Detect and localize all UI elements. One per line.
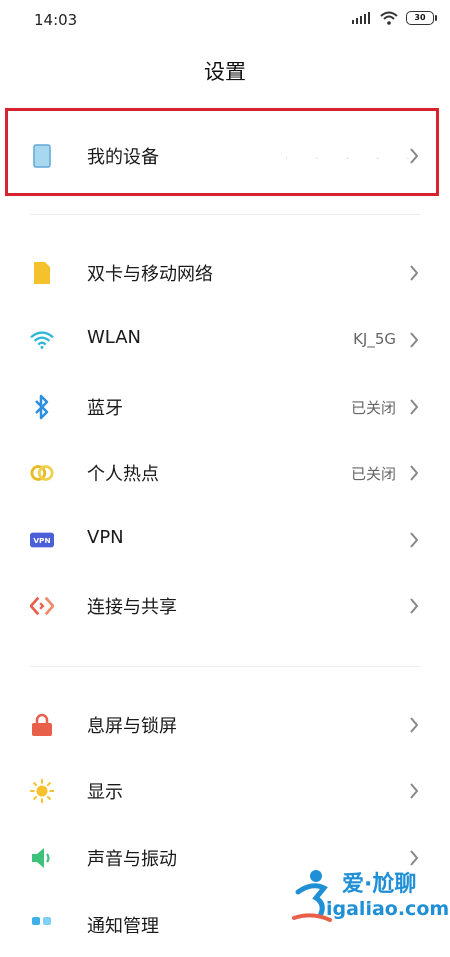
settings-item-value: KJ_5G xyxy=(353,330,396,348)
sim-card-icon xyxy=(30,261,54,285)
bluetooth-icon xyxy=(30,394,54,420)
chevron-right-icon xyxy=(410,265,419,281)
settings-item-label: WLAN xyxy=(87,327,142,348)
settings-item-label: 我的设备 xyxy=(87,147,159,168)
device-icon xyxy=(30,144,54,168)
chevron-right-icon xyxy=(410,465,419,481)
battery-level: 30 xyxy=(414,13,426,22)
settings-item-label: 声音与振动 xyxy=(87,849,177,870)
page-title: 设置 xyxy=(204,60,246,84)
watermark-text-en: igaliao.com xyxy=(326,898,450,920)
section-divider xyxy=(30,214,420,215)
settings-item-lock-screen[interactable]: 息屏与锁屏 xyxy=(0,693,450,757)
wifi-icon xyxy=(30,328,54,352)
battery-icon: 30 xyxy=(406,11,437,25)
notification-icon xyxy=(30,913,54,937)
lock-icon xyxy=(30,713,54,737)
settings-item-sim-mobile-network[interactable]: 双卡与移动网络 xyxy=(0,241,450,305)
status-time: 14:03 xyxy=(34,11,78,29)
watermark-logo: 爱·尬聊 igaliao.com xyxy=(286,866,450,930)
settings-item-label: 蓝牙 xyxy=(87,398,123,419)
settings-item-display[interactable]: 显示 xyxy=(0,759,450,823)
settings-item-hotspot[interactable]: 个人热点 已关闭 xyxy=(0,441,450,505)
sun-icon xyxy=(30,778,54,804)
settings-item-label: 连接与共享 xyxy=(87,597,177,618)
settings-item-bluetooth[interactable]: 蓝牙 已关闭 xyxy=(0,375,450,439)
settings-item-wlan[interactable]: WLAN KJ_5G xyxy=(0,308,450,372)
settings-item-label: VPN xyxy=(87,527,124,548)
settings-item-label: 双卡与移动网络 xyxy=(87,264,213,285)
status-bar: 14:03 30 xyxy=(0,0,450,40)
vpn-icon: VPN xyxy=(30,528,54,552)
settings-item-label: 显示 xyxy=(87,782,123,803)
chevron-right-icon xyxy=(410,532,419,548)
redacted-info: · · · · · xyxy=(285,154,422,165)
settings-item-my-device[interactable]: 我的设备 · · · · · xyxy=(0,124,450,188)
connection-sharing-icon xyxy=(30,594,54,618)
settings-item-value: 已关闭 xyxy=(350,399,396,417)
chevron-right-icon xyxy=(410,717,419,733)
chevron-right-icon xyxy=(410,399,419,415)
hotspot-icon xyxy=(30,461,54,485)
settings-item-connection-sharing[interactable]: 连接与共享 xyxy=(0,574,450,638)
chevron-right-icon xyxy=(410,332,419,348)
status-icons: 30 xyxy=(352,11,437,25)
watermark-text-cn: 爱·尬聊 xyxy=(342,872,417,897)
speaker-icon xyxy=(30,846,54,870)
settings-item-label: 通知管理 xyxy=(87,916,159,937)
chevron-right-icon xyxy=(410,783,419,799)
settings-item-vpn[interactable]: VPN VPN xyxy=(0,508,450,572)
chevron-right-icon xyxy=(410,598,419,614)
wifi-status-icon xyxy=(380,11,398,25)
settings-item-label: 个人热点 xyxy=(87,464,159,485)
settings-item-label: 息屏与锁屏 xyxy=(87,716,177,737)
svg-text:VPN: VPN xyxy=(33,536,50,545)
chevron-right-icon xyxy=(410,148,419,164)
signal-icon xyxy=(352,12,370,24)
settings-item-value: 已关闭 xyxy=(350,465,396,483)
section-divider xyxy=(30,666,420,667)
chevron-right-icon xyxy=(410,850,419,866)
